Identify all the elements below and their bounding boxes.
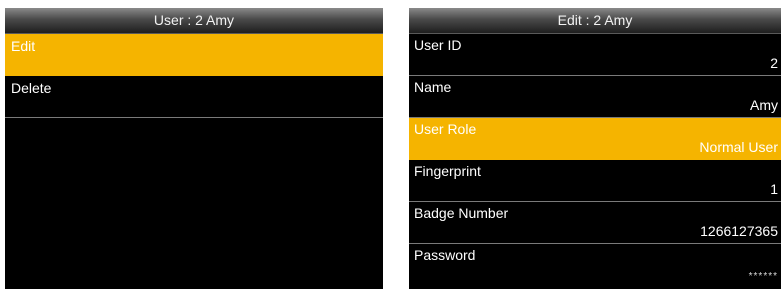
field-label: Name <box>414 79 452 95</box>
field-password[interactable]: Password ****** <box>409 244 781 286</box>
field-label: Password <box>414 247 476 263</box>
menu-item-delete[interactable]: Delete <box>5 76 383 118</box>
menu-item-edit[interactable]: Edit <box>5 34 383 76</box>
user-options-screen: User : 2 Amy Edit Delete <box>5 8 383 289</box>
field-user-id[interactable]: User ID 2 <box>409 34 781 76</box>
field-user-role[interactable]: User Role Normal User <box>409 118 781 160</box>
menu-item-label: Delete <box>11 80 52 96</box>
field-value: 2 <box>770 55 778 71</box>
field-label: User ID <box>414 37 462 53</box>
screen-title: User : 2 Amy <box>5 8 383 34</box>
field-label: User Role <box>414 121 477 137</box>
field-name[interactable]: Name Amy <box>409 76 781 118</box>
field-value: Amy <box>750 97 778 113</box>
field-fingerprint[interactable]: Fingerprint 1 <box>409 160 781 202</box>
field-value: Normal User <box>699 139 778 155</box>
field-badge-number[interactable]: Badge Number 1266127365 <box>409 202 781 244</box>
edit-user-screen: Edit : 2 Amy User ID 2 Name Amy User Rol… <box>409 8 781 289</box>
field-value: 1 <box>770 181 778 197</box>
password-mask: ****** <box>748 271 778 282</box>
field-label: Badge Number <box>414 205 509 221</box>
field-value: 1266127365 <box>700 223 778 239</box>
field-label: Fingerprint <box>414 163 481 179</box>
menu-item-label: Edit <box>11 38 36 54</box>
screen-title: Edit : 2 Amy <box>409 8 781 34</box>
